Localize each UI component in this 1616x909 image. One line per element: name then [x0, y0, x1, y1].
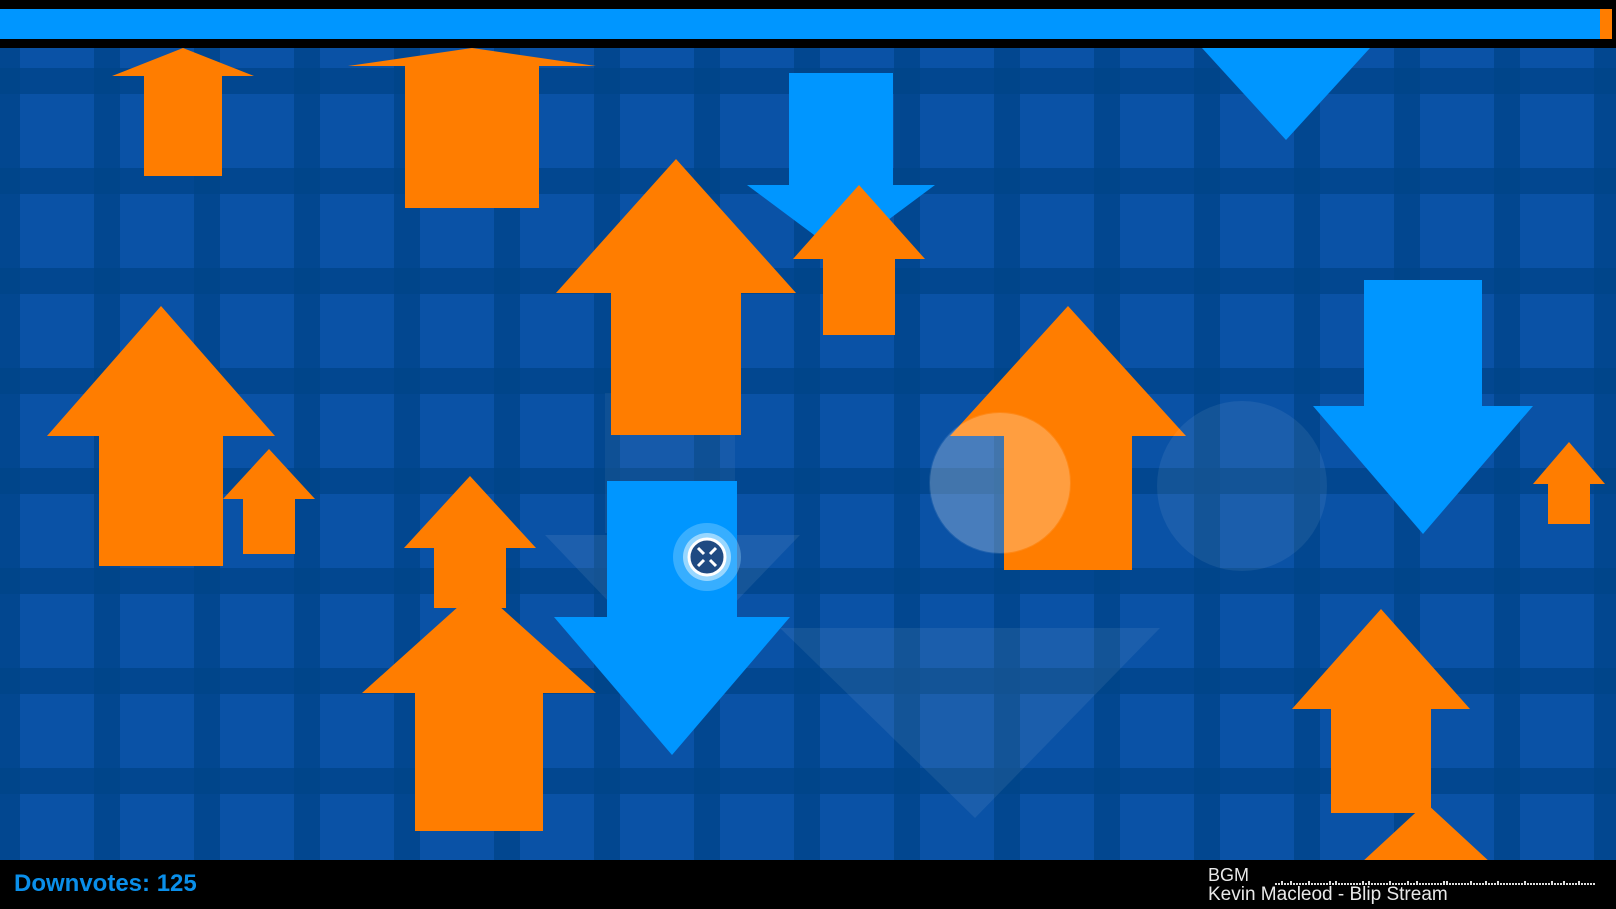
bgm-track-name: Kevin Macleod - Blip Stream	[1208, 884, 1448, 905]
visualizer-bar	[1476, 883, 1478, 885]
visualizer-bar	[1536, 883, 1538, 885]
grid-line	[0, 568, 1616, 594]
visualizer-bar	[1515, 883, 1517, 885]
visualizer-bar	[1497, 881, 1499, 885]
crosshair-cursor-icon	[687, 537, 727, 577]
visualizer-bar	[1578, 881, 1580, 885]
visualizer-bar	[1587, 883, 1589, 885]
visualizer-bar	[1506, 883, 1508, 885]
visualizer-bar	[1482, 883, 1484, 885]
shield-bubble	[1157, 401, 1327, 571]
visualizer-bar	[1449, 883, 1451, 885]
visualizer-bar	[1542, 883, 1544, 885]
level-progress-bar	[0, 0, 1616, 48]
visualizer-bar	[1593, 883, 1595, 885]
visualizer-bar	[1518, 883, 1520, 885]
visualizer-bar	[1491, 883, 1493, 885]
visualizer-bar	[1563, 881, 1565, 885]
visualizer-bar	[1575, 883, 1577, 885]
visualizer-bar	[1485, 881, 1487, 885]
game-screen[interactable]: Downvotes: 125 BGM Kevin Macleod - Blip …	[0, 0, 1616, 909]
visualizer-bar	[1572, 883, 1574, 885]
visualizer-bar	[1551, 881, 1553, 885]
visualizer-bar	[1464, 883, 1466, 885]
visualizer-bar	[1521, 883, 1523, 885]
downvotes-value: 125	[156, 870, 197, 897]
visualizer-bar	[1524, 881, 1526, 885]
visualizer-bar	[1479, 883, 1481, 885]
visualizer-bar	[1488, 883, 1490, 885]
shield-bubble	[929, 412, 1071, 554]
visualizer-bar	[1566, 883, 1568, 885]
visualizer-bar	[1473, 883, 1475, 885]
bgm-label: BGM	[1208, 865, 1250, 885]
visualizer-bar	[1527, 883, 1529, 885]
visualizer-bar	[1494, 883, 1496, 885]
visualizer-bar	[1590, 883, 1592, 885]
visualizer-bar	[1503, 883, 1505, 885]
player-cursor[interactable]	[673, 523, 741, 591]
visualizer-bar	[1539, 883, 1541, 885]
visualizer-bar	[1581, 883, 1583, 885]
visualizer-bar	[1554, 883, 1556, 885]
visualizer-bar	[1545, 883, 1547, 885]
visualizer-bar	[1461, 883, 1463, 885]
visualizer-bar	[1533, 883, 1535, 885]
visualizer-bar	[1557, 883, 1559, 885]
level-progress-marker	[1599, 9, 1612, 39]
visualizer-bar	[1470, 881, 1472, 885]
downvotes-counter: Downvotes: 125	[14, 870, 197, 898]
visualizer-bar	[1452, 883, 1454, 885]
hud-bottom-bar: Downvotes: 125 BGM Kevin Macleod - Blip …	[0, 860, 1616, 909]
visualizer-bar	[1548, 883, 1550, 885]
visualizer-bar	[1509, 883, 1511, 885]
visualizer-bar	[1500, 883, 1502, 885]
visualizer-bar	[1569, 883, 1571, 885]
visualizer-bar	[1530, 883, 1532, 885]
playfield[interactable]	[0, 48, 1616, 860]
level-progress-fill	[0, 9, 1600, 39]
visualizer-bar	[1560, 883, 1562, 885]
downvotes-label: Downvotes:	[14, 870, 151, 897]
visualizer-bar	[1512, 883, 1514, 885]
visualizer-bar	[1467, 883, 1469, 885]
visualizer-bar	[1458, 883, 1460, 885]
visualizer-bar	[1584, 883, 1586, 885]
visualizer-bar	[1455, 883, 1457, 885]
playfield-canvas	[0, 48, 1616, 860]
